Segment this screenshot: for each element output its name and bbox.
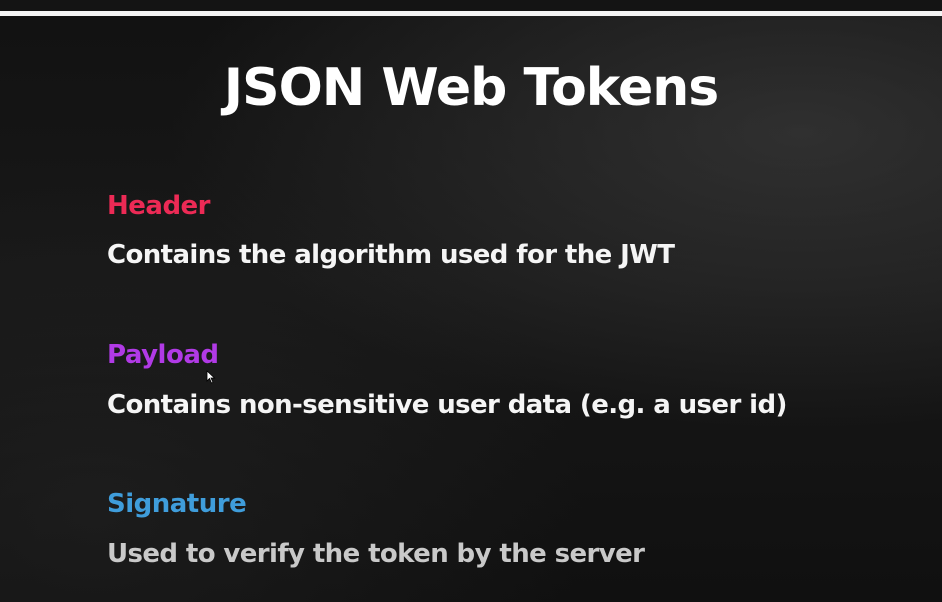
header-label: Header [107, 191, 211, 221]
payload-description: Contains non-sensitive user data (e.g. a… [107, 390, 787, 420]
mouse-pointer-icon [206, 370, 216, 384]
signature-description: Used to verify the token by the server [107, 539, 645, 569]
payload-label: Payload [107, 340, 219, 370]
signature-label: Signature [107, 489, 247, 519]
top-bar [0, 0, 942, 11]
presentation-slide: JSON Web Tokens Header Contains the algo… [0, 16, 942, 602]
video-frame: JSON Web Tokens Header Contains the algo… [0, 0, 942, 602]
slide-title: JSON Web Tokens [223, 58, 719, 118]
header-description: Contains the algorithm used for the JWT [107, 240, 675, 270]
